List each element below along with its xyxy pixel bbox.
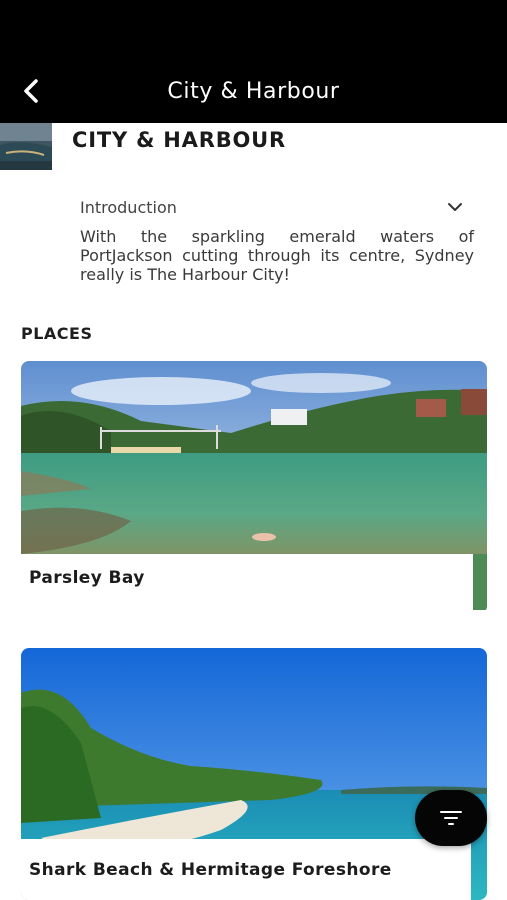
places-heading: PLACES (21, 324, 93, 343)
chevron-left-icon (24, 79, 38, 103)
place-card-label-box: Parsley Bay (21, 554, 471, 614)
section-title: CITY & HARBOUR (72, 128, 286, 152)
place-card-label-box: Shark Beach & Hermitage Foreshore (21, 839, 471, 900)
app-bar: City & Harbour (0, 60, 507, 123)
place-card-parsley-bay[interactable]: Parsley Bay (21, 361, 487, 614)
status-bar (0, 0, 507, 60)
page-title: City & Harbour (167, 79, 340, 104)
place-photo (21, 361, 487, 554)
place-card-shark-beach[interactable]: Shark Beach & Hermitage Foreshore (21, 648, 487, 900)
filter-icon (440, 811, 462, 825)
filter-button[interactable] (415, 790, 487, 846)
back-button[interactable] (14, 74, 48, 108)
section-thumbnail (0, 123, 52, 170)
chevron-down-icon (448, 203, 462, 211)
card-edge (471, 554, 487, 614)
introduction-text: With the sparkling emerald waters of Por… (80, 227, 474, 284)
introduction-toggle[interactable]: Introduction (80, 196, 463, 218)
place-name: Parsley Bay (29, 568, 145, 588)
introduction-label: Introduction (80, 197, 177, 217)
place-name: Shark Beach & Hermitage Foreshore (29, 859, 392, 880)
